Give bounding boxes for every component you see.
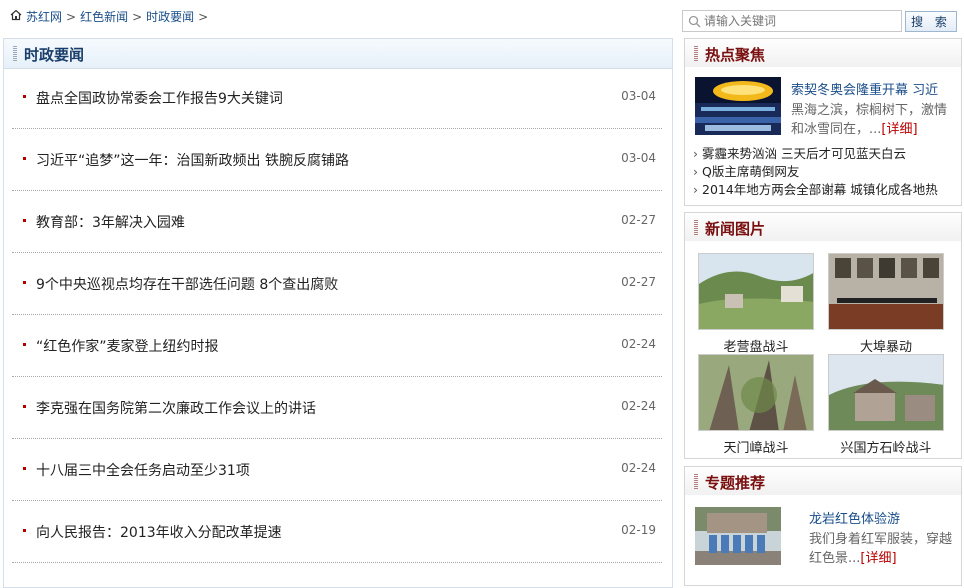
picture-card[interactable]: 大埠暴动 bbox=[828, 253, 944, 355]
header-decoration bbox=[694, 474, 698, 489]
news-item: 习近平“追梦”这一年：治国新政频出 铁腕反腐铺路 03-04 bbox=[12, 129, 662, 191]
home-icon[interactable] bbox=[10, 9, 22, 24]
news-title-link[interactable]: 十八届三中全会任务启动至少31项 bbox=[36, 460, 250, 480]
picture-caption[interactable]: 大埠暴动 bbox=[828, 336, 944, 355]
news-title-link[interactable]: 向人民报告：2013年收入分配改革提速 bbox=[36, 522, 282, 542]
news-item: 盘点全国政协常委会工作报告9大关键词 03-04 bbox=[12, 67, 662, 129]
hot-feature-more-link[interactable]: [详细] bbox=[881, 122, 917, 137]
news-panel: 时政要闻 盘点全国政协常委会工作报告9大关键词 03-04 习近平“追梦”这一年：… bbox=[3, 38, 673, 588]
chevron-right-icon: › bbox=[693, 182, 698, 197]
search-box bbox=[682, 10, 902, 32]
bullet-icon bbox=[23, 529, 26, 532]
topic-feature-image[interactable] bbox=[695, 507, 781, 565]
bullet-icon bbox=[23, 157, 26, 160]
news-panel-header: 时政要闻 bbox=[4, 39, 672, 69]
news-title-link[interactable]: 9个中央巡视点均存在干部选任问题 8个查出腐败 bbox=[36, 274, 338, 294]
header-decoration bbox=[694, 46, 698, 61]
breadcrumb-separator: > bbox=[198, 9, 209, 24]
hot-focus-panel: 热点聚焦 索契冬奥会隆重开幕 习近 黑海之滨，棕榈树下，激情和冰雪同在，...[… bbox=[684, 38, 962, 206]
news-pictures-panel: 新闻图片 老营盘战斗 大埠暴动 天门嶂战斗 兴国方石岭战斗 bbox=[684, 212, 962, 459]
news-panel-title: 时政要闻 bbox=[24, 46, 85, 64]
picture-thumbnail[interactable] bbox=[698, 253, 814, 330]
hot-list-link[interactable]: Q版主席萌倒网友 bbox=[702, 164, 799, 179]
picture-caption[interactable]: 天门嶂战斗 bbox=[698, 437, 814, 456]
news-date: 02-27 bbox=[621, 213, 656, 227]
news-date: 02-27 bbox=[621, 275, 656, 289]
news-date: 03-04 bbox=[621, 89, 656, 103]
breadcrumb-separator: > bbox=[66, 9, 77, 24]
hot-focus-header: 热点聚焦 bbox=[685, 39, 961, 67]
news-pictures-header: 新闻图片 bbox=[685, 213, 961, 241]
hot-feature-image[interactable] bbox=[695, 77, 781, 135]
topic-header: 专题推荐 bbox=[685, 467, 961, 495]
news-item: 9个中央巡视点均存在干部选任问题 8个查出腐败 02-27 bbox=[12, 253, 662, 315]
picture-card[interactable]: 天门嶂战斗 bbox=[698, 354, 814, 456]
breadcrumb-home-link[interactable]: 苏红网 bbox=[26, 8, 62, 25]
picture-card[interactable]: 老营盘战斗 bbox=[698, 253, 814, 355]
news-date: 03-04 bbox=[621, 151, 656, 165]
hot-focus-title: 热点聚焦 bbox=[705, 46, 766, 64]
search-button[interactable]: 搜 索 bbox=[905, 11, 957, 32]
header-decoration bbox=[694, 220, 698, 235]
search-input[interactable] bbox=[704, 14, 894, 28]
breadcrumb-separator: > bbox=[132, 9, 143, 24]
hot-feature-title-link[interactable]: 索契冬奥会隆重开幕 习近 bbox=[791, 79, 938, 98]
news-date: 02-24 bbox=[621, 337, 656, 351]
breadcrumb-red-news-link[interactable]: 红色新闻 bbox=[80, 8, 128, 25]
topic-feature-title-link[interactable]: 龙岩红色体验游 bbox=[809, 508, 900, 527]
picture-thumbnail[interactable] bbox=[828, 354, 944, 431]
hot-list-link[interactable]: 雾霾来势汹汹 三天后才可见蓝天白云 bbox=[702, 146, 906, 161]
news-item: 李克强在国务院第二次廉政工作会议上的讲话 02-24 bbox=[12, 377, 662, 439]
breadcrumb: 苏红网 > 红色新闻 > 时政要闻 > bbox=[10, 8, 208, 25]
hot-feature-summary-text: 黑海之滨，棕榈树下，激情和冰雪同在，... bbox=[791, 103, 948, 137]
news-item: 向人民报告：2013年收入分配改革提速 02-19 bbox=[12, 501, 662, 563]
breadcrumb-current-link[interactable]: 时政要闻 bbox=[146, 8, 194, 25]
news-date: 02-19 bbox=[621, 523, 656, 537]
news-title-link[interactable]: 李克强在国务院第二次廉政工作会议上的讲话 bbox=[36, 398, 316, 418]
search-icon bbox=[688, 15, 701, 27]
news-item: 教育部：3年解决入园难 02-27 bbox=[12, 191, 662, 253]
topic-feature-more-link[interactable]: [详细] bbox=[860, 551, 896, 566]
chevron-right-icon: › bbox=[693, 146, 698, 161]
bullet-icon bbox=[23, 405, 26, 408]
header-decoration bbox=[13, 46, 17, 61]
bullet-icon bbox=[23, 219, 26, 222]
picture-card[interactable]: 兴国方石岭战斗 bbox=[828, 354, 944, 456]
bullet-icon bbox=[23, 467, 26, 470]
bullet-icon bbox=[23, 95, 26, 98]
chevron-right-icon: › bbox=[693, 164, 698, 179]
picture-thumbnail[interactable] bbox=[698, 354, 814, 431]
topic-panel: 专题推荐 龙岩红色体验游 我们身着红军服装，穿越红色景...[详细] bbox=[684, 466, 962, 586]
news-title-link[interactable]: 盘点全国政协常委会工作报告9大关键词 bbox=[36, 88, 283, 108]
hot-list-link[interactable]: 2014年地方两会全部谢幕 城镇化成各地热 bbox=[702, 182, 938, 197]
hot-list-item: › 2014年地方两会全部谢幕 城镇化成各地热 bbox=[693, 181, 938, 199]
news-list: 盘点全国政协常委会工作报告9大关键词 03-04 习近平“追梦”这一年：治国新政频… bbox=[12, 67, 662, 563]
news-date: 02-24 bbox=[621, 461, 656, 475]
picture-caption[interactable]: 老营盘战斗 bbox=[698, 336, 814, 355]
bullet-icon bbox=[23, 281, 26, 284]
news-title-link[interactable]: 习近平“追梦”这一年：治国新政频出 铁腕反腐铺路 bbox=[36, 150, 349, 170]
news-item: 十八届三中全会任务启动至少31项 02-24 bbox=[12, 439, 662, 501]
bullet-icon bbox=[23, 343, 26, 346]
hot-list-item: › 雾霾来势汹汹 三天后才可见蓝天白云 bbox=[693, 145, 938, 163]
topic-feature-summary: 我们身着红军服装，穿越红色景...[详细] bbox=[809, 530, 955, 568]
hot-list-item: › Q版主席萌倒网友 bbox=[693, 163, 938, 181]
hot-list: › 雾霾来势汹汹 三天后才可见蓝天白云 › Q版主席萌倒网友 › 2014年地方两会全… bbox=[693, 145, 938, 199]
news-date: 02-24 bbox=[621, 399, 656, 413]
news-title-link[interactable]: 教育部：3年解决入园难 bbox=[36, 212, 185, 232]
topic-title: 专题推荐 bbox=[705, 474, 766, 492]
hot-feature-summary: 黑海之滨，棕榈树下，激情和冰雪同在，...[详细] bbox=[791, 101, 951, 139]
news-title-link[interactable]: “红色作家”麦家登上纽约时报 bbox=[36, 336, 219, 356]
news-item: “红色作家”麦家登上纽约时报 02-24 bbox=[12, 315, 662, 377]
picture-thumbnail[interactable] bbox=[828, 253, 944, 330]
picture-caption[interactable]: 兴国方石岭战斗 bbox=[828, 437, 944, 456]
news-pictures-title: 新闻图片 bbox=[705, 220, 766, 238]
